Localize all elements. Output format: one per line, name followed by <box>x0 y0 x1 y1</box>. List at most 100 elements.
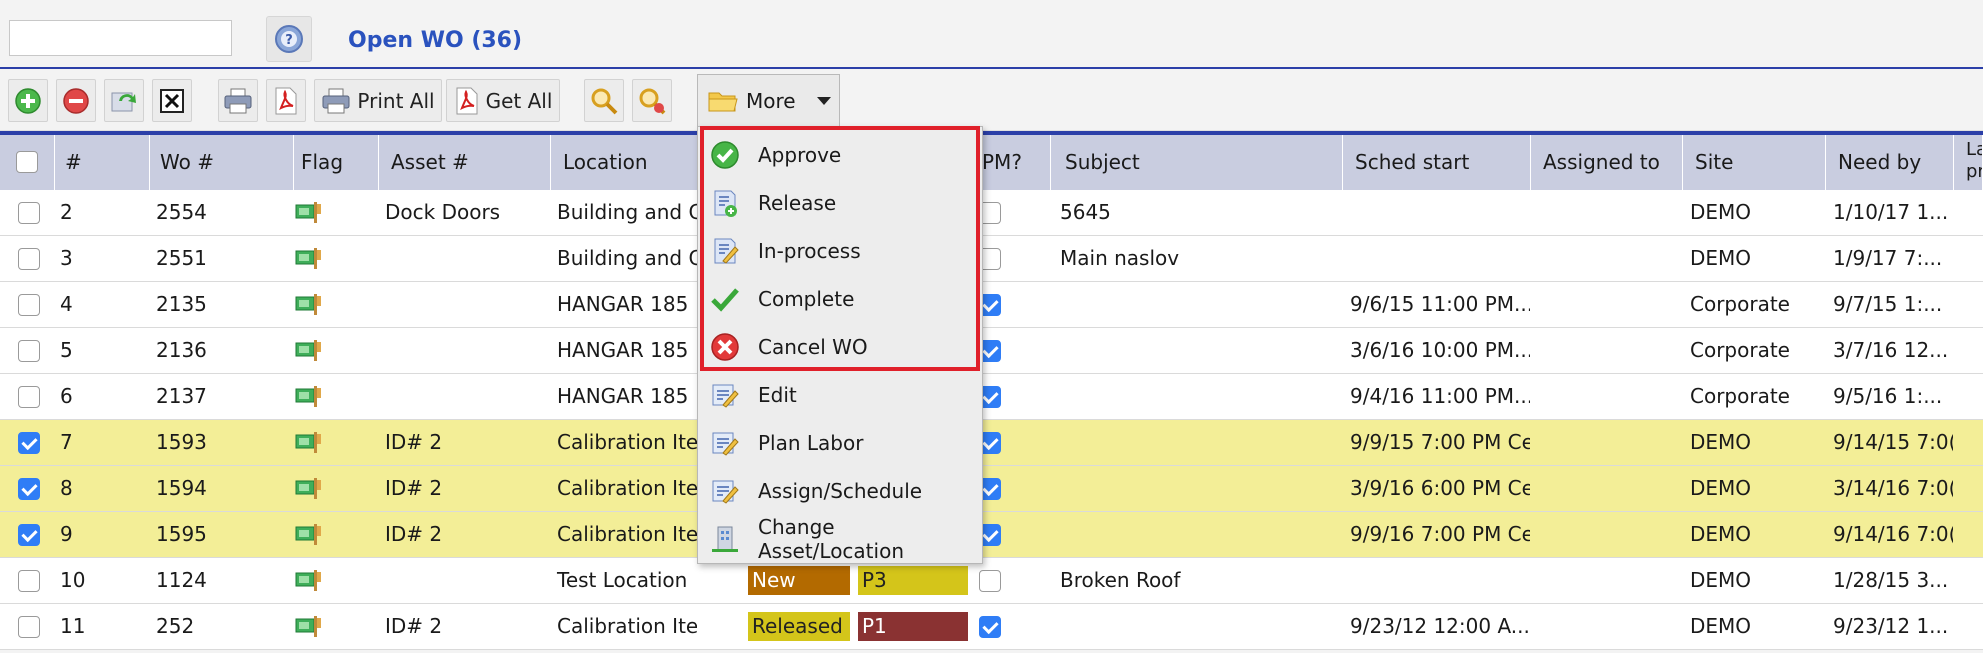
menu-item-assign-schedule[interactable]: Assign/Schedule <box>698 467 982 515</box>
row-asset <box>375 374 545 419</box>
edit-icon <box>708 379 742 411</box>
add-icon <box>15 87 41 114</box>
col-sched-start[interactable]: Sched start <box>1345 135 1531 190</box>
row-location: Calibration Items <box>557 614 697 638</box>
col-need-by[interactable]: Need by <box>1828 135 1954 190</box>
menu-item-plan-labor[interactable]: Plan Labor <box>698 419 982 467</box>
row-checkbox[interactable] <box>18 570 40 592</box>
row-checkbox[interactable] <box>18 248 40 270</box>
table-row[interactable]: 5 2136 HANGAR 185 3/6/16 10:00 PM... Corpora… <box>0 328 1983 374</box>
row-need-by: 1/9/17 7:... <box>1833 246 1943 270</box>
assign-schedule-icon <box>708 475 742 507</box>
col-assigned-to[interactable]: Assigned to <box>1533 135 1683 190</box>
remove-icon <box>63 87 89 114</box>
col-number[interactable]: # <box>55 135 150 190</box>
table-row[interactable]: 9 1595 ID# 2 Calibration Iter 9/9/16 7:00 PM… <box>0 512 1983 558</box>
row-wo-number[interactable]: 1594 <box>146 466 290 511</box>
table-row[interactable]: 7 1593 ID# 2 Calibration Iter 9/9/15 7:00 PM… <box>0 420 1983 466</box>
row-pm-checkbox[interactable] <box>979 570 1001 592</box>
row-asset: Dock Doors <box>385 200 501 224</box>
pdf-button[interactable] <box>266 79 306 122</box>
row-subject: Broken Roof <box>1060 568 1181 592</box>
page-title: Open WO (36) <box>348 28 523 53</box>
row-wo-number[interactable]: 252 <box>146 604 290 649</box>
col-site[interactable]: Site <box>1685 135 1826 190</box>
table-row[interactable]: 8 1594 ID# 2 Calibration Iter 3/9/16 6:00 PM… <box>0 466 1983 512</box>
row-need-by: 9/7/15 1:... <box>1833 292 1943 316</box>
col-wo-number[interactable]: Wo # <box>150 135 294 190</box>
menu-item-label: Cancel WO <box>758 335 868 359</box>
close-button[interactable] <box>152 79 192 122</box>
row-wo-number[interactable]: 2554 <box>146 190 290 235</box>
col-flag[interactable]: Flag <box>291 135 379 190</box>
menu-item-change-asset-location[interactable]: Change Asset/Location <box>698 515 982 563</box>
row-sched-start <box>1340 190 1530 235</box>
print-button[interactable] <box>218 79 258 122</box>
menu-item-cancel-wo[interactable]: Cancel WO <box>698 323 982 371</box>
change-asset-location-icon <box>708 523 742 555</box>
row-wo-number[interactable]: 2551 <box>146 236 290 281</box>
row-number: 5 <box>60 338 73 362</box>
row-asset <box>375 328 545 373</box>
row-need-by: 1/28/15 3... <box>1833 568 1949 592</box>
row-sched-start: 9/6/15 11:00 PM... <box>1350 292 1530 316</box>
menu-item-edit[interactable]: Edit <box>698 371 982 419</box>
row-checkbox[interactable] <box>18 294 40 316</box>
svg-text:?: ? <box>285 33 293 48</box>
plan-labor-icon <box>708 427 742 459</box>
get-all-button[interactable]: Get All <box>446 79 560 122</box>
row-wo-number[interactable]: 2135 <box>146 282 290 327</box>
menu-item-in-process[interactable]: In-process <box>698 227 982 275</box>
col-location[interactable]: Location <box>553 135 699 190</box>
row-checkbox[interactable] <box>18 340 40 362</box>
select-all-checkbox[interactable] <box>16 151 38 173</box>
table-row[interactable]: 6 2137 HANGAR 185 9/4/16 11:00 PM... Corpora… <box>0 374 1983 420</box>
row-checkbox[interactable] <box>18 202 40 224</box>
row-checkbox[interactable] <box>18 432 40 454</box>
table-row[interactable]: 4 2135 HANGAR 185 9/6/15 11:00 PM... Corpora… <box>0 282 1983 328</box>
menu-item-label: Change Asset/Location <box>758 515 904 563</box>
flag-icon <box>295 524 321 545</box>
add-button[interactable] <box>8 79 48 122</box>
row-pm-checkbox[interactable] <box>979 616 1001 638</box>
status-badge: Released <box>748 612 850 641</box>
table-row[interactable]: 3 2551 Building and Gr Main naslov DEMO 1/9/1… <box>0 236 1983 282</box>
print-all-label: Print All <box>357 88 435 113</box>
menu-item-approve[interactable]: Approve <box>698 131 982 179</box>
more-button[interactable]: More <box>697 74 840 126</box>
row-location: Calibration Iter <box>557 476 697 500</box>
col-pm[interactable]: PM? <box>971 135 1051 190</box>
col-asset[interactable]: Asset # <box>381 135 551 190</box>
row-sched-start: 9/9/16 7:00 PM Cer <box>1350 522 1530 546</box>
menu-item-release[interactable]: Release <box>698 179 982 227</box>
col-last-printed[interactable]: La prin <box>1956 135 1983 190</box>
header-select-all[interactable] <box>0 135 55 190</box>
search-input[interactable] <box>9 20 232 56</box>
help-button[interactable]: ? <box>266 16 312 62</box>
search-button[interactable] <box>584 79 624 122</box>
row-wo-number[interactable]: 2137 <box>146 374 290 419</box>
close-icon <box>160 88 184 113</box>
row-sched-start: 3/9/16 6:00 PM Cer <box>1350 476 1530 500</box>
menu-item-complete[interactable]: Complete <box>698 275 982 323</box>
table-row[interactable]: 10 1124 Test Location Broken Roof DEMO 1/28/1… <box>0 558 1983 604</box>
row-checkbox[interactable] <box>18 616 40 638</box>
folder-icon <box>708 92 738 111</box>
row-site: DEMO <box>1690 200 1752 224</box>
row-subject <box>1050 374 1340 419</box>
col-subject[interactable]: Subject <box>1055 135 1343 190</box>
remove-button[interactable] <box>56 79 96 122</box>
row-checkbox[interactable] <box>18 478 40 500</box>
row-checkbox[interactable] <box>18 386 40 408</box>
refresh-button[interactable] <box>104 79 144 122</box>
row-wo-number[interactable]: 1595 <box>146 512 290 557</box>
approve-icon <box>708 139 742 171</box>
row-wo-number[interactable]: 2136 <box>146 328 290 373</box>
row-wo-number[interactable]: 1124 <box>146 558 290 603</box>
row-wo-number[interactable]: 1593 <box>146 420 290 465</box>
row-checkbox[interactable] <box>18 524 40 546</box>
table-row[interactable]: 11 252 ID# 2 Calibration Items 9/23/12 12:00… <box>0 604 1983 650</box>
print-all-button[interactable]: Print All <box>314 79 442 122</box>
clear-search-button[interactable] <box>632 79 672 122</box>
table-row[interactable]: 2 2554 Dock Doors Building and Gr 5645 DEMO 1/… <box>0 190 1983 236</box>
